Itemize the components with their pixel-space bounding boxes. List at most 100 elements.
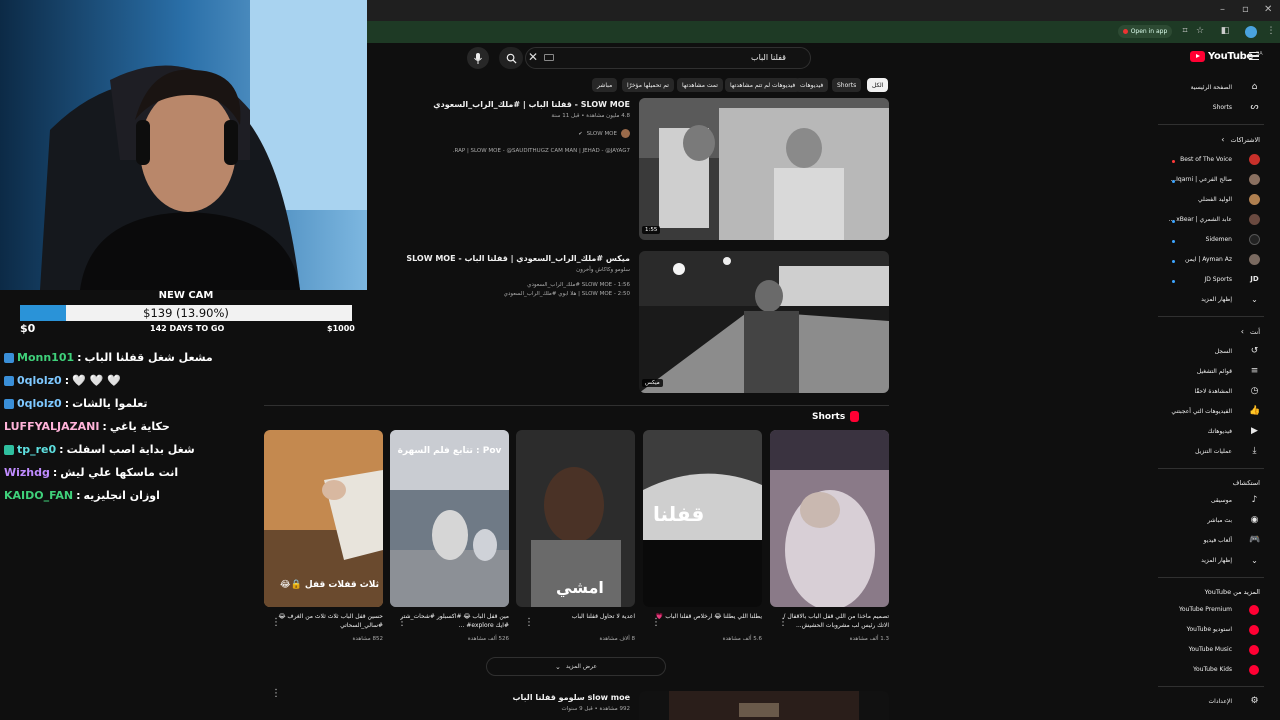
channel-avatar <box>1249 174 1260 185</box>
show-more-explore[interactable]: إظهار المزيد <box>1201 557 1232 564</box>
hamburger-menu-icon[interactable] <box>1249 52 1259 60</box>
maximize-icon[interactable]: ▫ <box>1242 4 1249 15</box>
video-thumbnail[interactable]: 1:55 <box>639 98 889 240</box>
video-thumbnail[interactable] <box>639 691 889 720</box>
video-title[interactable]: SLOW MOE - قفلنا الباب | #ملك_الراب_السع… <box>433 100 630 109</box>
short-card[interactable]: امشي <box>516 430 635 607</box>
chip-watched[interactable]: تمت مشاهدتها <box>677 78 723 92</box>
section-divider <box>264 405 889 406</box>
chevron-down-icon: ⌄ <box>554 662 561 671</box>
chip-all[interactable]: الكل <box>867 78 889 92</box>
channel-avatar <box>1249 194 1260 205</box>
search-input[interactable]: قفلنا الباب <box>525 47 811 69</box>
mix-title[interactable]: ميكس #ملك_الراب_السعودي | قفلنا الباب - … <box>406 254 630 263</box>
subscription-item[interactable]: عابد الشمري | xBear ... <box>1169 216 1232 223</box>
more-options-icon[interactable]: ⋮ <box>271 617 281 628</box>
chip-recently-uploaded[interactable]: تم تحميلها مؤخرًا <box>622 78 674 92</box>
short-title[interactable]: تصميم ماخذا من اللي قفل الباب بالاقفال /… <box>777 612 889 630</box>
sidebar-item-premium[interactable]: YouTube Premium <box>1179 606 1232 613</box>
video-title[interactable]: slow moe سلومو قفلنا الباب <box>513 693 631 702</box>
chat-badge-icon <box>4 352 14 363</box>
short-title[interactable]: يطلنا اللي يطلنا 😂 ارخلاص قفلنا الباب 💗 <box>650 612 762 630</box>
webcam-image <box>0 0 367 290</box>
chip-unwatched[interactable]: فيديوهات لم تتم مشاهدتها <box>725 78 801 92</box>
extensions-icon[interactable]: ◧ <box>1220 26 1230 36</box>
subscription-item[interactable]: Best of The Voice <box>1180 156 1232 163</box>
watch-later-icon: ◷ <box>1250 386 1259 396</box>
verified-icon: ✔ <box>578 130 583 137</box>
browser-menu-icon[interactable]: ⋮ <box>1266 26 1276 36</box>
sidebar-item-music-app[interactable]: YouTube Music <box>1189 646 1232 653</box>
short-title[interactable]: حسين قفل الباب ثلاث ثلاث من الغرف 😂 #سال… <box>271 612 383 630</box>
voice-search-button[interactable] <box>467 47 489 69</box>
short-card[interactable]: قفلنا <box>643 430 762 607</box>
more-options-icon[interactable]: ⋮ <box>778 617 788 628</box>
bookmark-star-icon[interactable]: ☆ <box>1195 26 1205 36</box>
home-icon: ⌂ <box>1251 82 1258 92</box>
sidebar-item-gaming[interactable]: ألعاب فيديو <box>1204 537 1232 544</box>
short-title[interactable]: اعدية لا تحاول قفلنا الباب <box>523 612 635 630</box>
chip-live[interactable]: مباشر <box>592 78 618 92</box>
chevron-icon: › <box>1221 135 1225 144</box>
sidebar-item-history[interactable]: السجل <box>1215 348 1232 355</box>
show-more-subscriptions[interactable]: إظهار المزيد <box>1201 296 1232 303</box>
chat-separator: : <box>64 374 70 387</box>
clear-search-icon[interactable]: ✕ <box>528 50 538 64</box>
sidebar-divider <box>1158 577 1264 578</box>
chat-message: Wizhdg : انت ماسكها علي ليش <box>4 466 178 479</box>
short-card[interactable]: ثلاث قفلات قفل 🔒😂 <box>264 430 383 607</box>
subscription-item[interactable]: Sidemen <box>1206 236 1232 243</box>
mix-thumbnail[interactable]: ميكس <box>639 251 889 393</box>
chat-message: Monn101 : مشعل شغل قفلنا الباب <box>4 351 213 364</box>
mix-item[interactable]: SLOW MOE - 2:50 | هلا ابوي #ملك_الراب_ال… <box>504 291 630 297</box>
thumbnail-image <box>639 251 889 393</box>
more-options-icon[interactable]: ⋮ <box>271 688 281 699</box>
sidebar-item-music[interactable]: موسيقى <box>1211 497 1232 504</box>
sidebar-item-liked[interactable]: الفيديوهات التي أعجبتني <box>1171 408 1232 415</box>
more-from-youtube-header: المزيد من YouTube <box>1204 588 1260 596</box>
search-button[interactable] <box>499 47 523 69</box>
sidebar-item-downloads[interactable]: عمليات التنزيل <box>1195 448 1232 455</box>
subscription-item[interactable]: Ayman Az | ايمن <box>1185 256 1232 263</box>
translate-icon[interactable]: ⌗ <box>1180 26 1190 36</box>
video-description: RAP | SLOW MOE - @SAUDITHUGZ CAM MAN | J… <box>452 148 630 154</box>
subscription-item[interactable]: JD Sports <box>1204 276 1232 283</box>
chat-username: Monn101 <box>17 351 75 364</box>
keyboard-icon[interactable] <box>544 54 554 61</box>
show-more-button[interactable]: عرض المزيد ⌄ <box>486 657 666 676</box>
close-window-icon[interactable]: ✕ <box>1264 4 1272 15</box>
sidebar-item-settings[interactable]: الإعدادات <box>1209 698 1232 705</box>
settings-gear-icon: ⚙ <box>1250 696 1259 706</box>
subscriptions-header[interactable]: الاشتراكات › <box>1221 135 1260 144</box>
short-title[interactable]: مين قفل الباب 😂 #اكسبلور #شحات_شتر #ايك … <box>397 612 509 630</box>
youtube-premium-icon <box>1249 605 1259 615</box>
more-options-icon[interactable]: ⋮ <box>524 617 534 628</box>
channel-avatar <box>621 129 630 138</box>
sidebar-item-shorts[interactable]: Shorts <box>1213 104 1232 111</box>
chip-shorts[interactable]: Shorts <box>832 78 862 92</box>
mix-item[interactable]: SLOW MOE - 1:56 #ملك_الراب_السعودي <box>527 282 630 288</box>
minimize-icon[interactable]: – <box>1220 4 1225 15</box>
sidebar-item-studio[interactable]: استوديو YouTube <box>1187 626 1232 633</box>
more-options-icon[interactable]: ⋮ <box>397 617 407 628</box>
sidebar-item-your-videos[interactable]: فيديوهاتك <box>1208 428 1232 435</box>
sidebar-item-kids[interactable]: YouTube Kids <box>1193 666 1232 673</box>
channel-row[interactable]: SLOW MOE ✔ <box>578 129 630 138</box>
subscription-item[interactable]: صالح الفرعي | Iqarni... <box>1170 176 1232 183</box>
short-card[interactable]: Pov : تتابع فلم السهرة <box>390 430 509 607</box>
sidebar-item-playlists[interactable]: قوائم التشغيل <box>1197 368 1232 375</box>
chat-username: 0qlolz0 <box>17 374 62 387</box>
subscription-item[interactable]: الوليد الفضلي <box>1198 196 1232 203</box>
open-in-app-button[interactable]: Open in app <box>1118 25 1172 38</box>
more-options-icon[interactable]: ⋮ <box>651 617 661 628</box>
sidebar-item-home[interactable]: الصفحة الرئيسية <box>1191 84 1232 91</box>
sidebar-item-watch-later[interactable]: المشاهدة لاحقًا <box>1194 388 1232 395</box>
donation-goal-title: NEW CAM <box>158 290 214 301</box>
playlists-icon: ≡ <box>1250 366 1259 376</box>
short-card[interactable] <box>770 430 889 607</box>
chat-username: LUFFYALJAZANI <box>4 420 100 433</box>
sidebar-item-live[interactable]: بث مباشر <box>1207 517 1232 524</box>
you-header[interactable]: أنت › <box>1241 327 1260 336</box>
profile-avatar[interactable] <box>1245 26 1257 38</box>
short-views: 852 مشاهدة <box>352 636 383 642</box>
